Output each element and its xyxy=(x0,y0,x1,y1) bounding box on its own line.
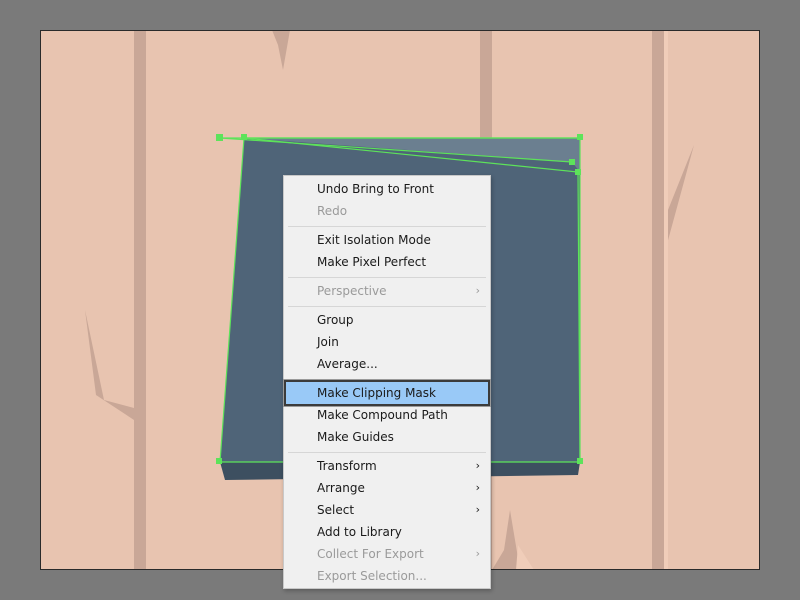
tree-trunk-right xyxy=(652,31,694,569)
menu-item-label: Export Selection... xyxy=(317,569,427,583)
menu-item-join[interactable]: Join xyxy=(284,331,490,353)
menu-item-exit-isolation-mode[interactable]: Exit Isolation Mode xyxy=(284,229,490,251)
menu-item-select[interactable]: Select › xyxy=(284,499,490,521)
menu-item-average[interactable]: Average... xyxy=(284,353,490,375)
menu-item-label: Exit Isolation Mode xyxy=(317,233,431,247)
menu-item-make-guides[interactable]: Make Guides xyxy=(284,426,490,448)
menu-item-undo-bring-to-front[interactable]: Undo Bring to Front xyxy=(284,178,490,200)
menu-separator xyxy=(288,379,486,380)
context-menu[interactable]: Undo Bring to Front Redo Exit Isolation … xyxy=(283,175,491,589)
menu-item-group[interactable]: Group xyxy=(284,309,490,331)
menu-separator xyxy=(288,277,486,278)
menu-item-label: Add to Library xyxy=(317,525,402,539)
menu-item-collect-for-export[interactable]: Collect For Export › xyxy=(284,543,490,565)
menu-item-label: Redo xyxy=(317,204,348,218)
menu-item-make-pixel-perfect[interactable]: Make Pixel Perfect xyxy=(284,251,490,273)
menu-item-label: Make Clipping Mask xyxy=(317,386,436,400)
menu-separator xyxy=(288,452,486,453)
menu-item-label: Arrange xyxy=(317,481,365,495)
menu-item-redo[interactable]: Redo xyxy=(284,200,490,222)
chevron-right-icon: › xyxy=(475,481,480,494)
chevron-right-icon: › xyxy=(475,503,480,516)
menu-item-add-to-library[interactable]: Add to Library xyxy=(284,521,490,543)
menu-item-make-clipping-mask[interactable]: Make Clipping Mask xyxy=(284,380,490,406)
menu-item-label: Undo Bring to Front xyxy=(317,182,434,196)
menu-item-label: Average... xyxy=(317,357,378,371)
menu-separator xyxy=(288,226,486,227)
menu-separator xyxy=(288,306,486,307)
tree-trunk-left xyxy=(85,31,146,569)
chevron-right-icon: › xyxy=(475,284,480,297)
chevron-right-icon: › xyxy=(475,547,480,560)
menu-item-label: Group xyxy=(317,313,354,327)
menu-item-make-compound-path[interactable]: Make Compound Path xyxy=(284,404,490,426)
menu-item-label: Collect For Export xyxy=(317,547,424,561)
menu-item-label: Make Pixel Perfect xyxy=(317,255,427,269)
menu-item-label: Select xyxy=(317,503,355,517)
menu-item-export-selection[interactable]: Export Selection... xyxy=(284,565,490,587)
menu-item-label: Make Guides xyxy=(317,430,394,444)
menu-item-label: Transform xyxy=(317,459,377,473)
menu-item-label: Join xyxy=(317,335,339,349)
menu-item-label: Perspective xyxy=(317,284,387,298)
menu-item-arrange[interactable]: Arrange › xyxy=(284,477,490,499)
menu-item-label: Make Compound Path xyxy=(317,408,448,422)
chevron-right-icon: › xyxy=(475,459,480,472)
menu-item-perspective[interactable]: Perspective › xyxy=(284,280,490,302)
tree-trunk-center-left xyxy=(272,31,290,70)
menu-item-transform[interactable]: Transform › xyxy=(284,455,490,477)
